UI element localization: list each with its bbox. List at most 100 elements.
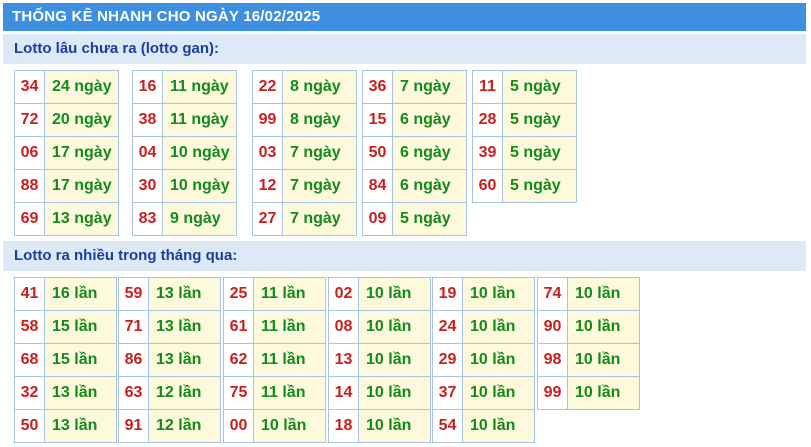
table-row: 59 13 lần <box>118 277 221 311</box>
lotto-number: 19 <box>432 277 463 311</box>
lotto-number: 99 <box>252 103 283 137</box>
lotto-number: 30 <box>132 169 163 203</box>
frequent-group: 19 10 lần 24 10 lần 29 10 lần 37 10 lần 54 10 lần <box>432 277 535 443</box>
lotto-count: 10 ngày <box>162 136 237 170</box>
table-row: 00 10 lần <box>223 409 326 443</box>
lotto-number: 08 <box>328 310 359 344</box>
frequent-group: 02 10 lần 08 10 lần 13 10 lần 14 10 lần 18 10 lần <box>328 277 431 443</box>
table-row: 74 10 lần <box>537 277 640 311</box>
lotto-number: 29 <box>432 343 463 377</box>
table-row: 68 15 lần <box>14 343 117 377</box>
table-row: 99 8 ngày <box>252 103 357 137</box>
lotto-count: 10 lần <box>358 376 431 410</box>
lotto-number: 06 <box>14 136 45 170</box>
table-row: 50 13 lần <box>14 409 117 443</box>
lotto-count: 10 lần <box>567 310 640 344</box>
lotto-number: 34 <box>14 70 45 104</box>
lotto-number: 22 <box>252 70 283 104</box>
table-row: 83 9 ngày <box>132 202 237 236</box>
lotto-number: 75 <box>223 376 254 410</box>
lotto-number: 86 <box>118 343 149 377</box>
table-row: 72 20 ngày <box>14 103 119 137</box>
lotto-number: 99 <box>537 376 568 410</box>
gan-group: 36 7 ngày 15 6 ngày 50 6 ngày 84 6 ngày 09 5 ngày <box>362 70 467 236</box>
lotto-count: 5 ngày <box>502 70 577 104</box>
lotto-count: 13 lần <box>148 310 221 344</box>
lotto-number: 98 <box>537 343 568 377</box>
lotto-count: 13 ngày <box>44 202 119 236</box>
page-title: THỐNG KÊ NHANH CHO NGÀY 16/02/2025 <box>3 3 806 31</box>
table-row: 90 10 lần <box>537 310 640 344</box>
section-heading-lotto-gan: Lotto lâu chưa ra (lotto gan): <box>3 34 806 64</box>
table-row: 14 10 lần <box>328 376 431 410</box>
table-row: 11 5 ngày <box>472 70 577 104</box>
lotto-number: 50 <box>362 136 393 170</box>
table-row: 22 8 ngày <box>252 70 357 104</box>
lotto-number: 18 <box>328 409 359 443</box>
lotto-number: 38 <box>132 103 163 137</box>
lotto-count: 7 ngày <box>282 169 357 203</box>
lotto-count: 13 lần <box>44 376 117 410</box>
lotto-count: 6 ngày <box>392 103 467 137</box>
table-row: 34 24 ngày <box>14 70 119 104</box>
lotto-count: 11 lần <box>253 277 326 311</box>
lotto-count: 9 ngày <box>162 202 237 236</box>
table-row: 54 10 lần <box>432 409 535 443</box>
lotto-number: 12 <box>252 169 283 203</box>
table-row: 86 13 lần <box>118 343 221 377</box>
lotto-count: 17 ngày <box>44 169 119 203</box>
frequent-group: 59 13 lần 71 13 lần 86 13 lần 63 12 lần 91 12 lần <box>118 277 221 443</box>
table-row: 30 10 ngày <box>132 169 237 203</box>
lotto-number: 32 <box>14 376 45 410</box>
lotto-number: 91 <box>118 409 149 443</box>
table-row: 08 10 lần <box>328 310 431 344</box>
lotto-count: 15 lần <box>44 310 117 344</box>
gan-group: 34 24 ngày 72 20 ngày 06 17 ngày 88 17 ngày 69 13… <box>14 70 119 236</box>
table-row: 37 10 lần <box>432 376 535 410</box>
lotto-count: 10 ngày <box>162 169 237 203</box>
lotto-count: 15 lần <box>44 343 117 377</box>
lotto-count: 13 lần <box>148 343 221 377</box>
lotto-count: 11 lần <box>253 376 326 410</box>
lotto-count: 5 ngày <box>502 169 577 203</box>
table-row: 29 10 lần <box>432 343 535 377</box>
lotto-count: 10 lần <box>462 277 535 311</box>
lotto-number: 88 <box>14 169 45 203</box>
lotto-count: 8 ngày <box>282 103 357 137</box>
lotto-count: 10 lần <box>358 310 431 344</box>
table-row: 38 11 ngày <box>132 103 237 137</box>
lotto-number: 09 <box>362 202 393 236</box>
table-row: 50 6 ngày <box>362 136 467 170</box>
table-row: 98 10 lần <box>537 343 640 377</box>
lotto-count: 5 ngày <box>502 103 577 137</box>
lotto-count: 24 ngày <box>44 70 119 104</box>
lotto-number: 62 <box>223 343 254 377</box>
lotto-count: 11 ngày <box>162 103 237 137</box>
lotto-number: 00 <box>223 409 254 443</box>
lotto-count: 10 lần <box>462 376 535 410</box>
table-row: 06 17 ngày <box>14 136 119 170</box>
frequent-group: 41 16 lần 58 15 lần 68 15 lần 32 13 lần 50 13 lần <box>14 277 117 443</box>
table-row: 32 13 lần <box>14 376 117 410</box>
lotto-count: 6 ngày <box>392 169 467 203</box>
lotto-count: 10 lần <box>462 409 535 443</box>
lotto-number: 50 <box>14 409 45 443</box>
gan-group: 11 5 ngày 28 5 ngày 39 5 ngày 60 5 ngày <box>472 70 577 203</box>
table-row: 09 5 ngày <box>362 202 467 236</box>
lotto-number: 25 <box>223 277 254 311</box>
lotto-count: 10 lần <box>462 310 535 344</box>
table-row: 58 15 lần <box>14 310 117 344</box>
lotto-count: 7 ngày <box>282 202 357 236</box>
lotto-count: 10 lần <box>358 277 431 311</box>
gan-group: 16 11 ngày 38 11 ngày 04 10 ngày 30 10 ngày 83 9 … <box>132 70 237 236</box>
lotto-number: 63 <box>118 376 149 410</box>
lotto-number: 24 <box>432 310 463 344</box>
table-row: 39 5 ngày <box>472 136 577 170</box>
lotto-count: 8 ngày <box>282 70 357 104</box>
lotto-number: 84 <box>362 169 393 203</box>
lotto-number: 58 <box>14 310 45 344</box>
table-row: 84 6 ngày <box>362 169 467 203</box>
table-row: 63 12 lần <box>118 376 221 410</box>
lotto-count: 10 lần <box>462 343 535 377</box>
table-row: 88 17 ngày <box>14 169 119 203</box>
